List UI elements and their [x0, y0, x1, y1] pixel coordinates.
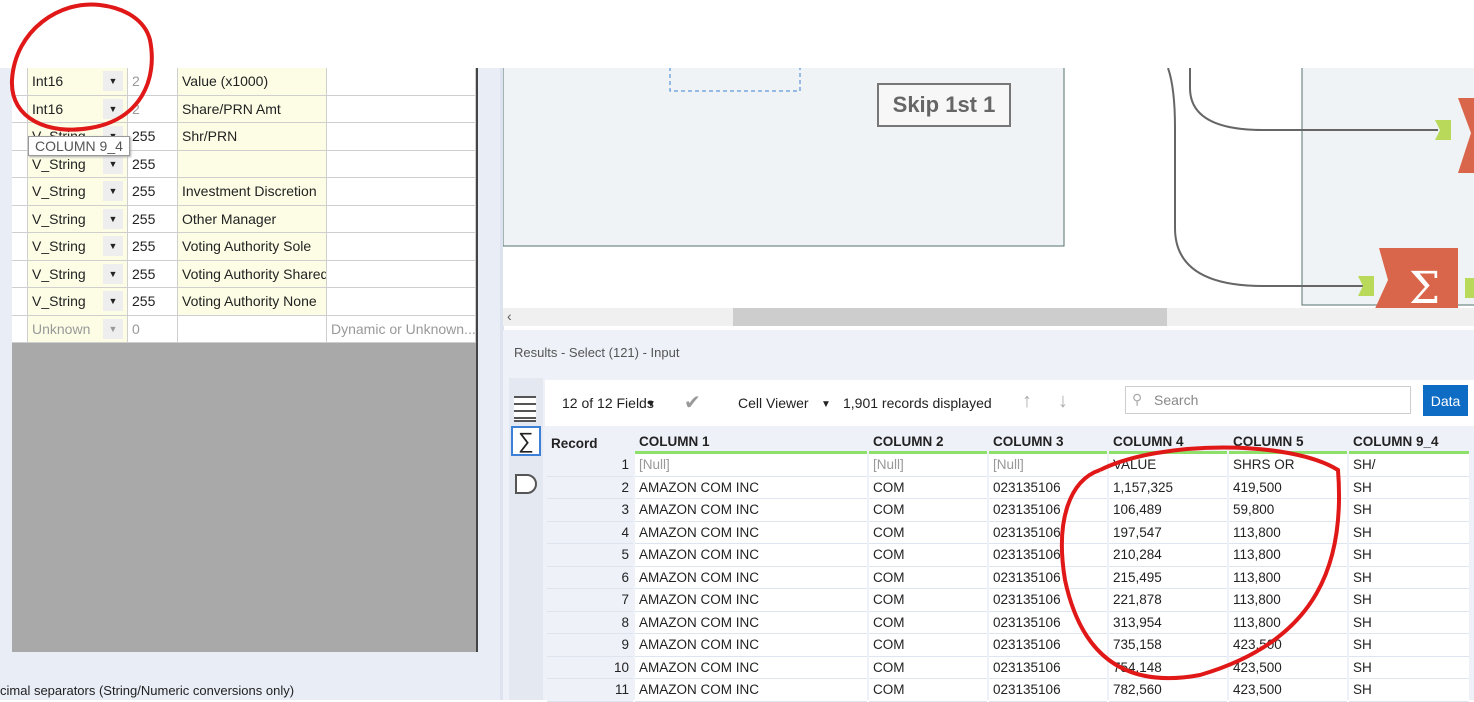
- red-annotation-overlay: [9, 2, 1342, 681]
- annotation-circle: [9, 2, 154, 132]
- annotation-circle: [1060, 445, 1342, 681]
